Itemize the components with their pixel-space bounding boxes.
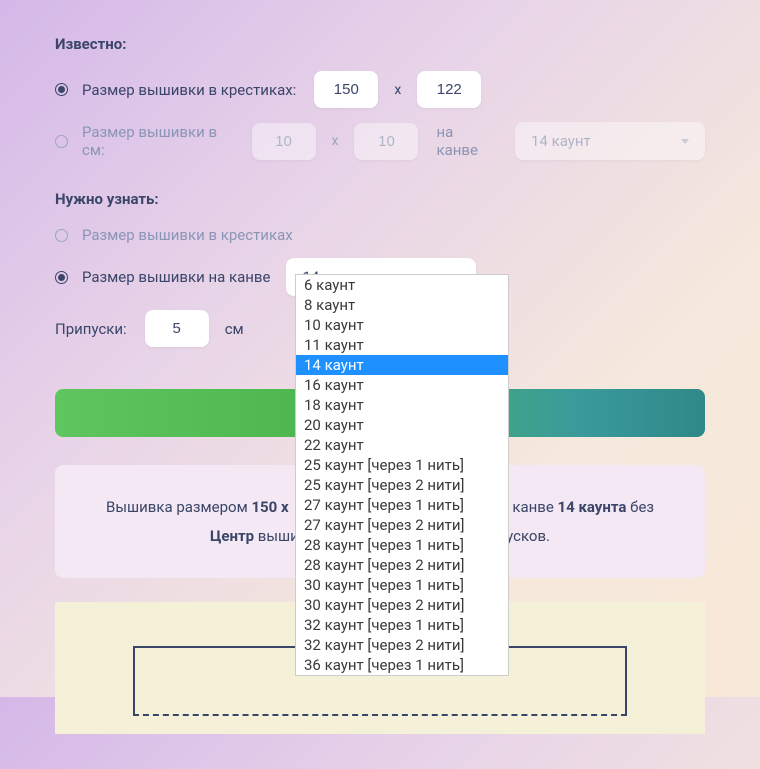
radio-size-cm[interactable]	[55, 135, 68, 148]
label-allowance: Припуски:	[55, 320, 127, 338]
dropdown-option[interactable]: 28 каунт [через 2 нити]	[296, 555, 508, 575]
dropdown-option[interactable]: 18 каунт	[296, 395, 508, 415]
input-height-stitches[interactable]	[417, 71, 481, 108]
dropdown-option[interactable]: 27 каунт [через 1 нить]	[296, 495, 508, 515]
radio-size-stitches[interactable]	[55, 83, 68, 96]
label-on-canvas: на канве	[436, 123, 497, 159]
dropdown-option[interactable]: 30 каунт [через 1 нить]	[296, 575, 508, 595]
dropdown-option[interactable]: 20 каунт	[296, 415, 508, 435]
label-size-cm: Размер вышивки в см:	[82, 123, 240, 159]
x-sep-2: x	[332, 133, 339, 149]
dropdown-option[interactable]: 25 каунт [через 2 нити]	[296, 475, 508, 495]
dropdown-option[interactable]: 36 каунт [через 1 нить]	[296, 655, 508, 675]
dropdown-option[interactable]: 11 каунт	[296, 335, 508, 355]
dropdown-option[interactable]: 32 каунт [через 1 нить]	[296, 615, 508, 635]
row-size-cm: Размер вышивки в см: x на канве 14 каунт	[55, 122, 705, 160]
x-sep-1: x	[394, 82, 401, 98]
section-need-title: Нужно узнать:	[55, 190, 705, 208]
dropdown-option[interactable]: 25 каунт [через 1 нить]	[296, 455, 508, 475]
radio-need-stitches[interactable]	[55, 229, 68, 242]
input-width-stitches[interactable]	[314, 71, 378, 108]
canvas-count-dropdown[interactable]: 6 каунт8 каунт10 каунт11 каунт14 каунт16…	[295, 274, 509, 676]
allowance-unit: см	[225, 320, 244, 338]
row-need-stitches: Размер вышивки в крестиках	[55, 226, 705, 244]
dropdown-option[interactable]: 28 каунт [через 1 нить]	[296, 535, 508, 555]
chevron-down-icon	[681, 139, 689, 144]
input-allowance[interactable]	[145, 310, 209, 347]
dropdown-option[interactable]: 32 каунт [через 2 нити]	[296, 635, 508, 655]
dropdown-option[interactable]: 14 каунт	[296, 355, 508, 375]
dropdown-option[interactable]: 30 каунт [через 2 нити]	[296, 595, 508, 615]
section-known-title: Известно:	[55, 35, 705, 53]
dropdown-option[interactable]: 8 каунт	[296, 295, 508, 315]
dropdown-option[interactable]: 6 каунт	[296, 275, 508, 295]
input-height-cm	[354, 123, 418, 160]
label-need-stitches: Размер вышивки в крестиках	[82, 226, 293, 244]
input-width-cm	[252, 123, 316, 160]
select-canvas-text-disabled: 14 каунт	[531, 132, 591, 150]
dropdown-option[interactable]: 27 каунт [через 2 нити]	[296, 515, 508, 535]
label-need-canvas: Размер вышивки на канве	[82, 268, 270, 286]
dropdown-option[interactable]: 22 каунт	[296, 435, 508, 455]
select-canvas-count-disabled: 14 каунт	[515, 122, 705, 160]
row-size-stitches: Размер вышивки в крестиках: x	[55, 71, 705, 108]
dropdown-option[interactable]: 16 каунт	[296, 375, 508, 395]
dropdown-option[interactable]: 10 каунт	[296, 315, 508, 335]
label-size-stitches: Размер вышивки в крестиках:	[82, 81, 296, 99]
radio-need-canvas[interactable]	[55, 271, 68, 284]
